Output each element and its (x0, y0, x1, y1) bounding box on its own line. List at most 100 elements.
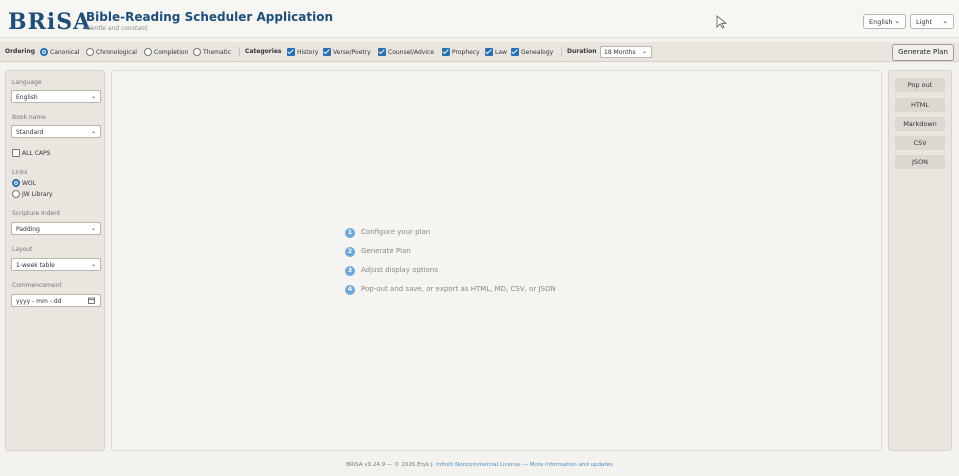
checkbox-icon[interactable] (12, 149, 20, 157)
app-footer: BRiSA v9.24.9 — © 2026 Eryk J. Infiniti … (0, 462, 959, 468)
chevron-down-icon: ⌄ (90, 128, 96, 135)
export-panel: Pop out HTML Markdown CSV JSON (888, 70, 952, 451)
layout-select[interactable]: 1-week table ⌄ (11, 258, 101, 271)
step-number-badge: 2 (345, 247, 355, 257)
checkbox-checked-icon[interactable] (378, 48, 386, 56)
category-verse-poetry[interactable]: Verse/Poetry (323, 48, 371, 57)
radio-icon[interactable] (144, 48, 152, 56)
category-history[interactable]: History (287, 48, 318, 57)
license-link[interactable]: Infiniti Noncommercial License (436, 462, 521, 468)
category-label: Prophecy (452, 49, 480, 56)
ordering-option-label: Chronological (96, 49, 137, 56)
radio-icon[interactable] (86, 48, 94, 56)
layout-label: Layout (12, 246, 33, 253)
links-label: Links (12, 169, 28, 176)
ordering-option-label: Completion (154, 49, 189, 56)
brisa-logo: BRiSA (8, 9, 92, 35)
step-text: Pop-out and save, or export as HTML, MD,… (361, 285, 556, 293)
radio-selected-icon[interactable] (40, 48, 48, 56)
toolbar-divider (561, 47, 562, 57)
book-name-value: Standard (16, 129, 44, 136)
more-info-link[interactable]: More information and updates (530, 462, 613, 468)
category-label: Counsel/Advice (388, 49, 434, 56)
checkbox-checked-icon[interactable] (485, 48, 493, 56)
commencement-label: Commencement (12, 282, 62, 289)
scripture-indent-label: Scripture Indent (12, 210, 61, 217)
radio-icon[interactable] (193, 48, 201, 56)
links-option-jw-library[interactable]: JW Library (12, 190, 53, 198)
step-text: Configure your plan (361, 228, 431, 236)
chevron-down-icon: ⌄ (894, 17, 900, 25)
duration-select[interactable]: 18 Months ⌄ (600, 46, 652, 58)
instruction-step: 1 Configure your plan (345, 228, 430, 238)
links-option-label: WOL (22, 180, 36, 187)
category-label: Genealogy (521, 49, 554, 56)
plan-output-area: 1 Configure your plan 2 Generate Plan 3 Adj… (111, 70, 882, 451)
step-number-badge: 1 (345, 228, 355, 238)
display-options-panel: Language English ⌄ Book name Standard ⌄ … (5, 70, 105, 451)
export-html-button[interactable]: HTML (895, 98, 945, 112)
category-label: Verse/Poetry (333, 49, 371, 56)
ordering-label: Ordering (5, 48, 36, 55)
category-prophecy[interactable]: Prophecy (442, 48, 480, 57)
category-counsel-advice[interactable]: Counsel/Advice (378, 48, 434, 57)
export-markdown-button[interactable]: Markdown (895, 117, 945, 131)
all-caps-checkbox[interactable]: ALL CAPS (12, 149, 50, 157)
categories-label: Categories (245, 48, 282, 55)
export-csv-button[interactable]: CSV (895, 136, 945, 150)
radio-icon[interactable] (12, 190, 20, 198)
export-json-button[interactable]: JSON (895, 155, 945, 169)
ordering-option-chronological[interactable]: Chronological (86, 48, 137, 57)
ui-language-value: English (869, 18, 893, 26)
chevron-down-icon: ⌄ (942, 17, 948, 25)
step-number-badge: 4 (345, 285, 355, 295)
checkbox-checked-icon[interactable] (287, 48, 295, 56)
options-toolbar: Ordering Canonical Chronological Complet… (0, 42, 959, 62)
book-name-label: Book name (12, 114, 46, 121)
pop-out-button[interactable]: Pop out (895, 78, 945, 92)
category-law[interactable]: Law (485, 48, 507, 57)
chevron-down-icon: ⌄ (90, 261, 96, 268)
instruction-step: 2 Generate Plan (345, 247, 411, 257)
mouse-cursor-icon (716, 15, 728, 29)
step-number-badge: 3 (345, 266, 355, 276)
links-option-wol[interactable]: WOL (12, 179, 36, 187)
category-label: History (297, 49, 319, 56)
category-genealogy[interactable]: Genealogy (511, 48, 553, 57)
checkbox-checked-icon[interactable] (442, 48, 450, 56)
commencement-date-input[interactable]: yyyy - mm - dd (11, 294, 101, 307)
language-value: English (16, 94, 38, 101)
theme-select[interactable]: Light ⌄ (910, 14, 954, 29)
language-label: Language (12, 79, 42, 86)
ordering-option-label: Canonical (50, 49, 80, 56)
chevron-down-icon: ⌄ (90, 225, 96, 232)
ordering-option-canonical[interactable]: Canonical (40, 48, 79, 57)
app-header: BRiSA Bible-Reading Scheduler Applicatio… (0, 0, 959, 38)
checkbox-checked-icon[interactable] (323, 48, 331, 56)
language-select[interactable]: English ⌄ (11, 90, 101, 103)
links-option-label: JW Library (22, 191, 53, 198)
layout-value: 1-week table (16, 262, 55, 269)
ui-language-select[interactable]: English ⌄ (863, 14, 906, 29)
ordering-option-thematic[interactable]: Thematic (193, 48, 231, 57)
category-label: Law (495, 49, 507, 56)
app-subtitle: Gentle and constant. (86, 25, 149, 32)
radio-selected-icon[interactable] (12, 179, 20, 187)
app-title: Bible-Reading Scheduler Application (86, 10, 334, 24)
instruction-step: 3 Adjust display options (345, 266, 438, 276)
all-caps-label: ALL CAPS (22, 150, 51, 157)
instruction-step: 4 Pop-out and save, or export as HTML, MD… (345, 285, 556, 295)
ordering-option-completion[interactable]: Completion (144, 48, 188, 57)
step-text: Generate Plan (361, 247, 411, 255)
footer-separator: — (522, 462, 528, 468)
scripture-indent-select[interactable]: Padding ⌄ (11, 222, 101, 235)
footer-copyright: BRiSA v9.24.9 — © 2026 Eryk J. (346, 462, 435, 468)
book-name-select[interactable]: Standard ⌄ (11, 125, 101, 138)
checkbox-checked-icon[interactable] (511, 48, 519, 56)
duration-label: Duration (567, 48, 597, 55)
generate-plan-button[interactable]: Generate Plan (892, 44, 954, 61)
chevron-down-icon: ⌄ (641, 48, 647, 55)
calendar-icon[interactable] (88, 297, 95, 304)
theme-value: Light (916, 18, 933, 26)
ordering-option-label: Thematic (203, 49, 231, 56)
